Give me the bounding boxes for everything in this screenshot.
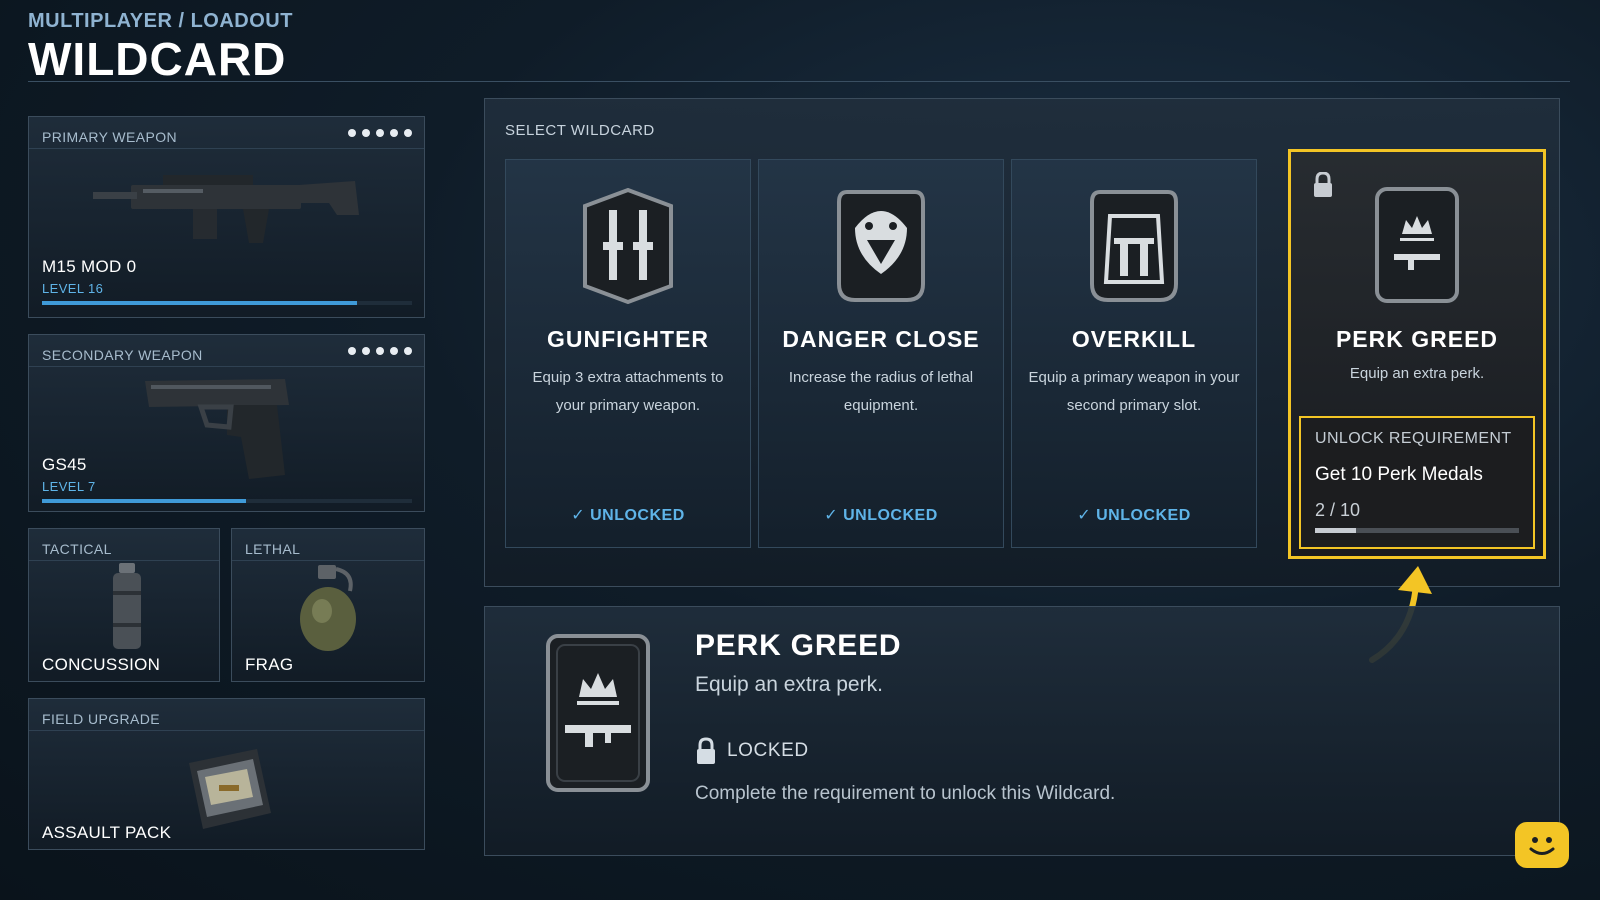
weapon-level: LEVEL 7 [42,479,96,494]
smiley-icon [1529,837,1555,855]
header-divider [28,81,1570,82]
wildcard-description: Equip 3 extra attachments to your primar… [532,369,724,414]
lock-icon [1314,172,1332,197]
equipment-name: FRAG [245,655,294,674]
unlock-progress-bar [1315,528,1519,533]
snake-icon [837,190,925,302]
wildcard-card-danger-close[interactable]: DANGER CLOSE Increase the radius of leth… [758,159,1004,548]
equipment-name: CONCUSSION [42,655,161,674]
slot-label: TACTICAL [42,541,112,557]
primary-weapon-slot[interactable]: PRIMARY WEAPON M15 MOD 0 LEVEL 16 [28,116,425,318]
wildcard-name: PERK GREED [1335,326,1499,352]
slot-divider [29,730,424,731]
detail-title: PERK GREED [695,629,902,662]
field-upgrade-slot[interactable]: FIELD UPGRADE ASSAULT PACK [28,698,425,850]
assault-rifle-icon [93,175,359,243]
frag-grenade-icon [300,565,356,651]
perk-greed-icon [546,634,650,792]
wildcard-name: GUNFIGHTER [546,326,710,352]
gunfighter-icon [583,188,673,304]
wildcard-card-overkill[interactable]: OVERKILL Equip a primary weapon in your … [1011,159,1257,548]
wildcard-description: Increase the radius of lethal equipment. [788,369,974,414]
pistol-icon [145,379,289,479]
lock-icon [697,737,715,764]
unlocked-status: ✓ UNLOCKED [824,507,938,524]
page-header: MULTIPLAYER / LOADOUT WILDCARD [28,10,293,83]
unlock-note: Complete the requirement to unlock this … [695,783,1116,804]
breadcrumb[interactable]: MULTIPLAYER / LOADOUT [28,10,293,33]
unlocked-status: ✓ UNLOCKED [571,507,685,524]
wildcard-card-gunfighter[interactable]: GUNFIGHTER Equip 3 extra attachments to … [505,159,751,548]
assault-pack-icon [189,749,271,829]
wildcard-selector: SELECT WILDCARD GUNFIGHTER Equip 3 extra… [484,98,1560,587]
unlock-requirement-box: UNLOCK REQUIREMENT Get 10 Perk Medals 2 … [1299,416,1535,549]
unlock-progress-text: 2 / 10 [1315,500,1361,520]
unlock-requirement-title: UNLOCK REQUIREMENT [1315,430,1512,447]
wildcard-description: Equip an extra perk. [1349,365,1485,382]
options-dots-icon[interactable] [348,347,412,355]
slot-label: FIELD UPGRADE [42,711,160,727]
wildcard-detail-panel: PERK GREED Equip an extra perk. LOCKED C… [484,606,1560,856]
wildcard-description: Equip a primary weapon in your second pr… [1028,369,1240,414]
chat-assistant-button[interactable] [1515,822,1569,868]
tactical-slot[interactable]: TACTICAL CONCUSSION [28,528,220,682]
weapon-name: M15 MOD 0 [42,257,137,276]
slot-label: PRIMARY WEAPON [42,129,177,145]
xp-progress-bar [42,499,412,503]
select-wildcard-label: SELECT WILDCARD [505,122,655,139]
lock-status-text: LOCKED [727,740,809,761]
slot-label: LETHAL [245,541,301,557]
lock-status: LOCKED [695,737,809,765]
overkill-icon [1090,190,1178,302]
weapon-name: GS45 [42,455,87,474]
lethal-slot[interactable]: LETHAL FRAG [231,528,425,682]
wildcard-name: OVERKILL [1071,326,1197,352]
options-dots-icon[interactable] [348,129,412,137]
concussion-grenade-icon [113,563,141,649]
xp-progress-bar [42,301,412,305]
equipment-name: ASSAULT PACK [42,823,172,842]
unlocked-status: ✓ UNLOCKED [1077,507,1191,524]
perk-greed-icon [1375,187,1459,303]
slot-divider [232,560,424,561]
unlock-requirement-text: Get 10 Perk Medals [1315,464,1483,485]
slot-divider [29,560,219,561]
page-title: WILDCARD [28,33,287,85]
wildcard-card-perk-greed[interactable]: PERK GREED Equip an extra perk. UNLOCK R… [1288,149,1546,559]
detail-description: Equip an extra perk. [695,673,883,696]
wildcard-name: DANGER CLOSE [782,326,980,352]
slot-label: SECONDARY WEAPON [42,347,203,363]
secondary-weapon-slot[interactable]: SECONDARY WEAPON GS45 LEVEL 7 [28,334,425,512]
weapon-level: LEVEL 16 [42,281,104,296]
slot-divider [29,148,424,149]
slot-divider [29,366,424,367]
